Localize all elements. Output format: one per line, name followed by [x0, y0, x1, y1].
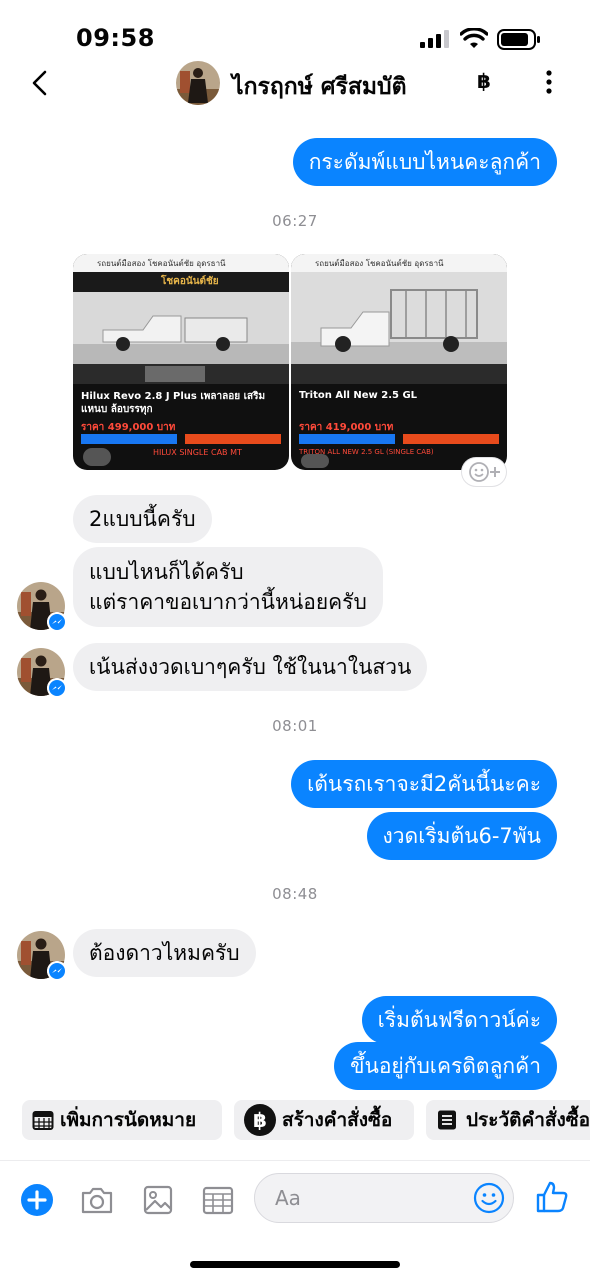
message-incoming[interactable]: 2แบบนี้ครับ [73, 495, 212, 543]
message-line: แต่ราคาขอเบากว่านี้หน่อยครับ [89, 590, 367, 614]
contact-avatar[interactable] [176, 61, 220, 105]
message-line: แบบไหนก็ได้ครับ [89, 560, 244, 584]
svg-text:฿: ฿ [253, 1108, 267, 1132]
chip-label: เพิ่มการนัดหมาย [60, 1109, 197, 1131]
messenger-badge-icon [47, 961, 67, 981]
chip-label: สร้างคำสั่งซื้อ [282, 1109, 393, 1131]
sender-avatar[interactable] [17, 582, 67, 632]
wifi-icon [460, 28, 488, 48]
chat-header: ไกรฤกษ์ ศรีสมบัติ ฿ [0, 56, 590, 112]
message-incoming[interactable]: แบบไหนก็ได้ครับ แต่ราคาขอเบากว่านี้หน่อย… [73, 547, 383, 627]
photo-logo: โชคอนันต์ชัย [161, 276, 219, 287]
plus-icon[interactable] [20, 1183, 54, 1217]
photo-attachment-triton[interactable]: รถยนต์มือสอง โชคอนันต์ชัย อุดรธานี Trito… [291, 254, 507, 470]
photo-site-title: รถยนต์มือสอง โชคอนันต์ชัย อุดรธานี [315, 259, 444, 268]
sender-avatar[interactable] [17, 648, 67, 698]
timestamp: 06:27 [272, 212, 318, 230]
message-input[interactable] [275, 1182, 475, 1214]
photo-site-title: รถยนต์มือสอง โชคอนันต์ชัย อุดรธานี [97, 259, 226, 268]
message-outgoing[interactable]: ขึ้นอยู่กับเครดิตลูกค้า [334, 1042, 557, 1090]
signal-icon [420, 30, 449, 48]
more-options-icon[interactable] [537, 66, 561, 98]
status-bar: 09:58 [0, 0, 590, 60]
photo-model: Hilux Revo 2.8 J Plus เพลาลอย เสริมแหนบ … [81, 391, 266, 415]
calendar-grid-icon[interactable] [201, 1183, 235, 1217]
calendar-icon [32, 1111, 54, 1130]
camera-icon[interactable] [80, 1183, 114, 1217]
message-outgoing[interactable]: งวดเริ่มต้น6-7พัน [366, 812, 557, 860]
order-history-button[interactable]: ประวัติคำสั่งซื้อ [426, 1100, 590, 1140]
contact-name[interactable]: ไกรฤกษ์ ศรีสมบัติ [232, 69, 407, 105]
add-appointment-button[interactable]: เพิ่มการนัดหมาย [22, 1100, 222, 1140]
photo-attachment-hilux[interactable]: รถยนต์มือสอง โชคอนันต์ชัย อุดรธานี โชคอน… [73, 254, 289, 470]
photo-price: ราคา 419,000 บาท [299, 422, 394, 433]
truck-photo [73, 292, 289, 364]
message-outgoing[interactable]: เต้นรถเราจะมี2คันนี้นะคะ [291, 760, 557, 808]
timestamp: 08:01 [272, 717, 318, 735]
add-reaction-icon[interactable] [462, 458, 506, 486]
gallery-icon[interactable] [141, 1183, 175, 1217]
receipt-icon [438, 1110, 456, 1130]
home-indicator [190, 1261, 400, 1268]
baht-icon[interactable]: ฿ [477, 69, 491, 93]
photo-model: Triton All New 2.5 GL [299, 390, 418, 401]
create-order-button[interactable]: ฿ สร้างคำสั่งซื้อ [234, 1100, 414, 1140]
emoji-icon[interactable] [473, 1182, 505, 1214]
back-icon[interactable] [28, 69, 52, 97]
status-time: 09:58 [76, 24, 155, 52]
message-outgoing[interactable]: กระดัมพ์แบบไหนคะลูกค้า [292, 138, 557, 186]
thumbs-up-icon[interactable] [534, 1179, 570, 1215]
messenger-badge-icon [47, 612, 67, 632]
messenger-badge-icon [47, 678, 67, 698]
shortcut-chips: เพิ่มการนัดหมาย ฿ สร้างคำสั่งซื้อ ประวัต… [0, 1092, 590, 1152]
truck-photo [291, 272, 507, 364]
message-composer [0, 1160, 590, 1240]
sender-avatar[interactable] [17, 931, 67, 981]
timestamp: 08:48 [272, 885, 318, 903]
baht-circle-icon: ฿ [244, 1104, 276, 1136]
message-outgoing[interactable]: เริ่มต้นฟรีดาวน์ค่ะ [361, 996, 557, 1044]
chip-label: ประวัติคำสั่งซื้อ [466, 1109, 590, 1131]
message-incoming[interactable]: เน้นส่งงวดเบาๆครับ ใช้ในนาในสวน [73, 643, 428, 691]
message-thread[interactable]: กระดัมพ์แบบไหนคะลูกค้า 06:27 รถยนต์มือสอ… [0, 112, 590, 1090]
battery-icon [497, 29, 540, 50]
message-incoming[interactable]: ต้องดาวไหมครับ [73, 929, 256, 977]
photo-footer: HILUX SINGLE CAB MT [153, 448, 242, 457]
message-input-box[interactable] [254, 1173, 514, 1223]
photo-price: ราคา 499,000 บาท [81, 422, 176, 433]
